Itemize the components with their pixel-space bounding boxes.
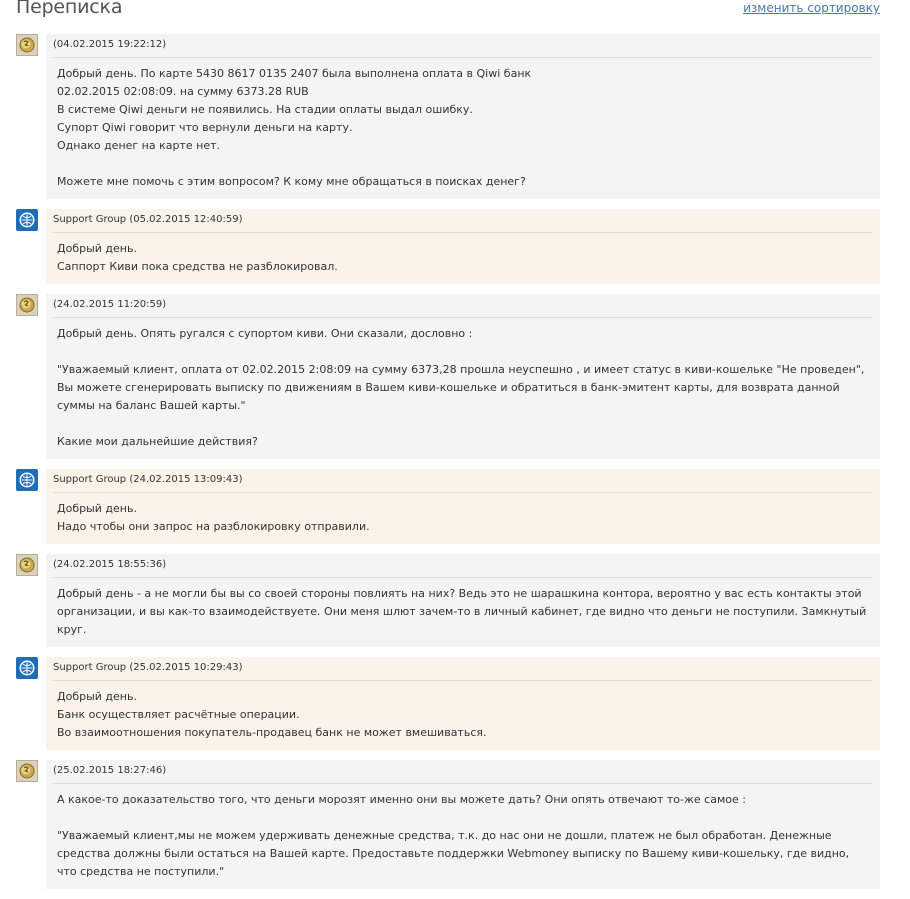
message-line: Добрый день. По карте 5430 8617 0135 240… [57,67,532,80]
avatar [16,657,38,679]
message-header: Support Group (05.02.2015 12:40:59) [53,213,873,233]
webmoney-globe-icon [16,657,38,679]
message-line: Добрый день. [57,690,137,703]
user-message: (25.02.2015 18:27:46) А какое-то доказате… [16,760,880,889]
message-body: Добрый день. Саппорт Киви пока средства н… [53,238,873,276]
message-line: "Уважаемый клиент,мы не можем удерживать… [57,829,850,878]
message-line: Банк осуществляет расчётные операции. [57,708,300,721]
message-line [57,155,869,173]
message-line: Супорт Qiwi говорит что вернули деньги н… [57,121,353,134]
message-header: (24.02.2015 18:55:36) [53,558,873,578]
message-box: Support Group (24.02.2015 13:09:43) Добры… [46,469,880,544]
message-line: Добрый день. Опять ругался с супортом ки… [57,327,473,340]
support-message: Support Group (05.02.2015 12:40:59) Добры… [16,209,880,284]
change-sort-link[interactable]: изменить сортировку [743,1,880,15]
message-box: (04.02.2015 19:22:12) Добрый день. По кар… [46,34,880,199]
message-line: А какое-то доказательство того, что день… [57,793,746,806]
user-message: (04.02.2015 19:22:12) Добрый день. По кар… [16,34,880,199]
avatar [16,760,38,782]
webmoney-globe-icon [16,209,38,231]
message-body: А какое-то доказательство того, что день… [53,789,873,881]
message-line: Во взаимоотношения покупатель-продавец б… [57,726,487,739]
message-line: Добрый день - а не могли бы вы со своей … [57,587,867,636]
support-message: Support Group (24.02.2015 13:09:43) Добры… [16,469,880,544]
user-coin-icon [16,34,38,56]
avatar [16,294,38,316]
message-header: (04.02.2015 19:22:12) [53,38,873,58]
message-body: Добрый день. По карте 5430 8617 0135 240… [53,63,873,191]
message-box: Support Group (25.02.2015 10:29:43) Добры… [46,657,880,750]
message-box: (25.02.2015 18:27:46) А какое-то доказате… [46,760,880,889]
page: Переписка изменить сортировку (04.02.201… [0,0,910,889]
message-line [57,415,869,433]
message-box: (24.02.2015 18:55:36) Добрый день - а не … [46,554,880,647]
message-line: Однако денег на карте нет. [57,139,221,152]
message-body: Добрый день. Банк осуществляет расчётные … [53,686,873,742]
user-message: (24.02.2015 18:55:36) Добрый день - а не … [16,554,880,647]
message-line: В системе Qiwi деньги не появились. На с… [57,103,473,116]
message-header: Support Group (25.02.2015 10:29:43) [53,661,873,681]
avatar [16,469,38,491]
message-header: (25.02.2015 18:27:46) [53,764,873,784]
avatar [16,554,38,576]
message-line: Можете мне помочь с этим вопросом? К ком… [57,175,526,188]
user-message: (24.02.2015 11:20:59) Добрый день. Опять … [16,294,880,459]
message-list: (04.02.2015 19:22:12) Добрый день. По кар… [16,34,880,899]
message-line: Надо чтобы они запрос на разблокировку о… [57,520,370,533]
user-coin-icon [16,760,38,782]
avatar [16,34,38,56]
message-line: Саппорт Киви пока средства не разблокиро… [57,260,338,273]
message-line: 02.02.2015 02:08:09. на сумму 6373.28 RU… [57,85,309,98]
user-coin-icon [16,294,38,316]
message-header: (24.02.2015 11:20:59) [53,298,873,318]
user-coin-icon [16,554,38,576]
support-message: Support Group (25.02.2015 10:29:43) Добры… [16,657,880,750]
page-title: Переписка [16,0,123,18]
message-line: Добрый день. [57,502,137,515]
webmoney-globe-icon [16,469,38,491]
message-box: (24.02.2015 11:20:59) Добрый день. Опять … [46,294,880,459]
message-body: Добрый день. Надо чтобы они запрос на раз… [53,498,873,536]
message-body: Добрый день. Опять ругался с супортом ки… [53,323,873,451]
message-line: "Уважаемый клиент, оплата от 02.02.2015 … [57,363,865,412]
message-line: Какие мои дальнейшие действия? [57,435,258,448]
message-line: Добрый день. [57,242,137,255]
message-body: Добрый день - а не могли бы вы со своей … [53,583,873,639]
message-box: Support Group (05.02.2015 12:40:59) Добры… [46,209,880,284]
message-line [57,809,869,827]
message-header: Support Group (24.02.2015 13:09:43) [53,473,873,493]
avatar [16,209,38,231]
message-line [57,343,869,361]
